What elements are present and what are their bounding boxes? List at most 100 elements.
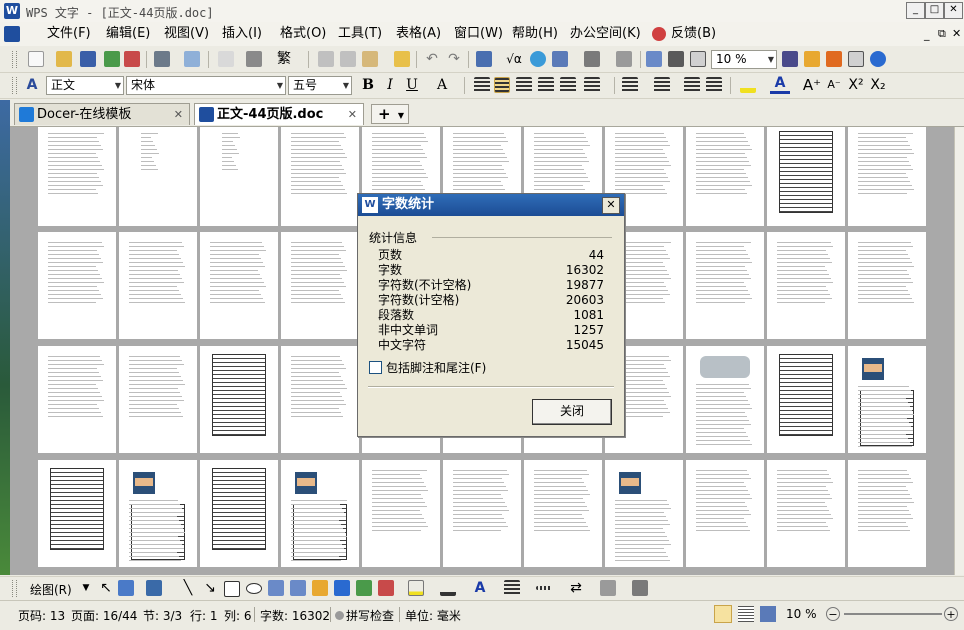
insert-diagram-icon[interactable] bbox=[378, 580, 394, 596]
menu-feedback[interactable]: 反馈(B) bbox=[668, 25, 719, 43]
align-left-icon[interactable] bbox=[474, 77, 490, 93]
doc-restore-button[interactable]: ⧉ bbox=[938, 27, 946, 41]
justify-icon[interactable] bbox=[538, 77, 554, 93]
page-thumbnail[interactable] bbox=[767, 460, 845, 567]
underline-button[interactable]: U bbox=[402, 75, 422, 95]
select-objects-icon[interactable] bbox=[118, 580, 134, 596]
document-map-icon[interactable] bbox=[646, 51, 662, 67]
styles-icon[interactable]: A bbox=[22, 75, 42, 95]
page-thumbnail[interactable] bbox=[38, 460, 116, 567]
page-thumbnail[interactable] bbox=[686, 460, 764, 567]
include-footnotes-label[interactable]: 包括脚注和尾注(F) bbox=[386, 359, 486, 376]
font-combo[interactable]: 宋体 ▼ bbox=[126, 76, 286, 95]
menu-office-space[interactable]: 办公空间(K) bbox=[567, 25, 644, 43]
web-view-icon[interactable] bbox=[760, 606, 776, 622]
menu-help[interactable]: 帮助(H) bbox=[509, 25, 561, 43]
status-zoom[interactable]: 10 % bbox=[786, 607, 817, 621]
include-footnotes-checkbox[interactable] bbox=[369, 361, 382, 374]
menu-tools[interactable]: 工具(T) bbox=[335, 25, 385, 43]
page-thumbnail[interactable] bbox=[119, 346, 197, 453]
shirt-skin-icon[interactable] bbox=[848, 51, 864, 67]
3d-style-icon[interactable] bbox=[632, 580, 648, 596]
columns-icon[interactable] bbox=[584, 51, 600, 67]
save-icon[interactable] bbox=[80, 51, 96, 67]
grow-font-icon[interactable]: A⁺ bbox=[802, 75, 822, 95]
highlight-icon[interactable] bbox=[740, 77, 756, 93]
line-color-icon[interactable] bbox=[440, 580, 456, 596]
copy-icon[interactable] bbox=[340, 51, 356, 67]
menu-format[interactable]: 格式(O) bbox=[277, 25, 329, 43]
page-thumbnail[interactable] bbox=[767, 127, 845, 226]
format-painter-icon[interactable] bbox=[394, 51, 410, 67]
paragraph-mark-icon[interactable] bbox=[668, 51, 684, 67]
insert-chart-icon[interactable] bbox=[552, 51, 568, 67]
subscript-icon[interactable]: X₂ bbox=[868, 75, 888, 95]
draw-menu-button[interactable]: 绘图(R) bbox=[30, 581, 72, 598]
page-thumbnail[interactable] bbox=[281, 127, 359, 226]
decrease-indent-icon[interactable] bbox=[684, 77, 700, 93]
shadow-style-icon[interactable] bbox=[600, 580, 616, 596]
page-thumbnail[interactable] bbox=[767, 346, 845, 453]
new-document-icon[interactable] bbox=[28, 51, 44, 67]
dropdown-arrow-icon[interactable]: ▼ bbox=[76, 578, 96, 598]
page-thumbnail[interactable] bbox=[848, 232, 926, 339]
italic-button[interactable]: I bbox=[380, 75, 400, 95]
toolbar-grip[interactable] bbox=[12, 580, 17, 597]
char-style-button[interactable]: A bbox=[432, 75, 452, 95]
menu-table[interactable]: 表格(A) bbox=[393, 25, 444, 43]
draw-font-color-icon[interactable]: A bbox=[470, 578, 490, 598]
page-thumbnail[interactable] bbox=[362, 460, 440, 567]
close-window-button[interactable]: ✕ bbox=[944, 2, 963, 19]
increase-indent-icon[interactable] bbox=[706, 77, 722, 93]
rectangle-tool-icon[interactable] bbox=[224, 581, 240, 597]
formula-icon[interactable]: √α bbox=[504, 49, 524, 69]
page-thumbnail[interactable] bbox=[524, 460, 602, 567]
zoom-in-icon[interactable]: + bbox=[944, 607, 958, 621]
close-icon[interactable]: ✕ bbox=[348, 104, 357, 125]
arrow-style-icon[interactable]: ⇄ bbox=[566, 578, 586, 598]
page-thumbnail[interactable] bbox=[686, 127, 764, 226]
traditional-chinese-icon[interactable]: 繁 bbox=[274, 49, 294, 69]
page-thumbnail[interactable] bbox=[848, 460, 926, 567]
page-thumbnail[interactable] bbox=[281, 460, 359, 567]
line-spacing-icon[interactable] bbox=[584, 77, 600, 93]
style-combo[interactable]: 正文 ▼ bbox=[46, 76, 124, 95]
page-thumbnail[interactable] bbox=[119, 460, 197, 567]
insert-table-icon[interactable] bbox=[476, 51, 492, 67]
vertical-textbox-icon[interactable] bbox=[290, 580, 306, 596]
shrink-font-icon[interactable]: A⁻ bbox=[824, 75, 844, 95]
zoom-out-icon[interactable]: − bbox=[826, 607, 840, 621]
page-thumbnail[interactable] bbox=[119, 232, 197, 339]
page-thumbnail[interactable] bbox=[848, 127, 926, 226]
toolbar-grip[interactable] bbox=[12, 77, 17, 94]
outline-view-icon[interactable] bbox=[738, 606, 754, 622]
page-thumbnail[interactable] bbox=[605, 460, 683, 567]
page-thumbnail[interactable] bbox=[200, 127, 278, 226]
arrow-tool-icon[interactable]: ↘ bbox=[200, 578, 220, 598]
open-folder-icon[interactable] bbox=[56, 51, 72, 67]
page-setup-icon[interactable] bbox=[246, 51, 262, 67]
textbox-icon[interactable] bbox=[268, 580, 284, 596]
page-thumbnail[interactable] bbox=[848, 346, 926, 453]
status-unit[interactable]: 单位: 毫米 bbox=[405, 607, 461, 624]
select-pointer-icon[interactable]: ↖ bbox=[96, 578, 116, 598]
output-pdf-icon[interactable] bbox=[104, 51, 120, 67]
ellipse-tool-icon[interactable] bbox=[246, 583, 262, 594]
font-color-icon[interactable]: A bbox=[770, 75, 790, 94]
paste-icon[interactable] bbox=[362, 51, 378, 67]
toolbar-grip[interactable] bbox=[12, 51, 17, 68]
close-icon[interactable]: ✕ bbox=[174, 104, 183, 125]
font-size-combo[interactable]: 五号 ▼ bbox=[288, 76, 352, 95]
insert-picture-icon[interactable] bbox=[356, 580, 372, 596]
menu-insert[interactable]: 插入(I) bbox=[219, 25, 265, 43]
dash-style-icon[interactable] bbox=[536, 586, 552, 590]
page-thumbnail[interactable] bbox=[686, 346, 764, 453]
close-button[interactable]: 关闭 bbox=[532, 399, 612, 425]
cut-icon[interactable] bbox=[318, 51, 334, 67]
status-word-count[interactable]: 字数: 16302 bbox=[260, 607, 330, 624]
page-thumbnail[interactable] bbox=[38, 232, 116, 339]
read-mode-icon[interactable] bbox=[690, 51, 706, 67]
resources-icon[interactable] bbox=[826, 51, 842, 67]
redo-icon[interactable]: ↷ bbox=[444, 49, 464, 69]
wordart-icon[interactable] bbox=[334, 580, 350, 596]
